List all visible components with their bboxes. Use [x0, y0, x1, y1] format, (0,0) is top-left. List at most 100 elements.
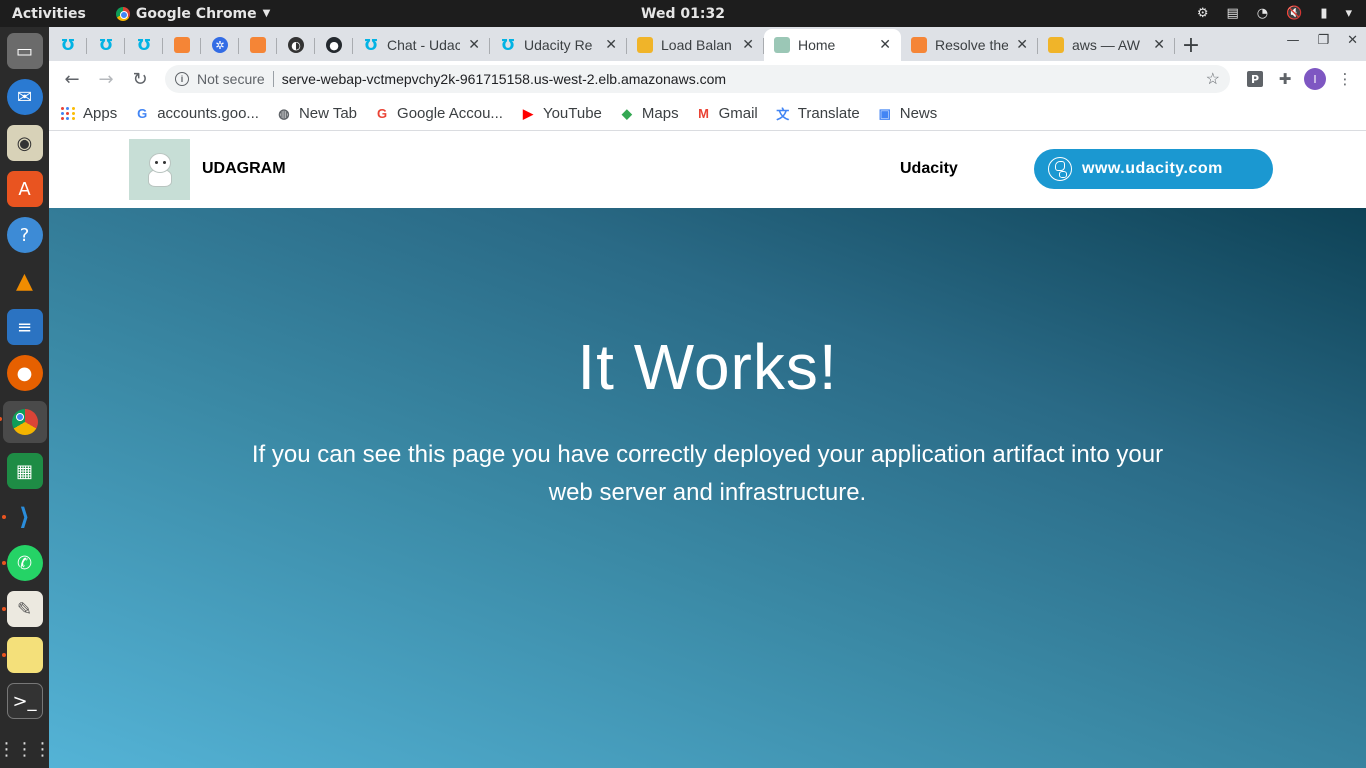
- pinned-tab[interactable]: ✲: [201, 29, 239, 61]
- back-button[interactable]: ←: [57, 64, 87, 94]
- github-icon: ●: [326, 37, 342, 53]
- extension-p-button[interactable]: P: [1242, 66, 1268, 92]
- pinned-tab[interactable]: [163, 29, 201, 61]
- close-icon[interactable]: ✕: [742, 37, 754, 53]
- chrome-icon: [115, 6, 130, 21]
- hero-title: It Works!: [577, 331, 838, 403]
- files-icon[interactable]: ▭: [6, 33, 43, 69]
- bookmark-label: Google Accou...: [397, 105, 503, 122]
- terminal-icon[interactable]: >_: [6, 683, 43, 719]
- tab-chat-udacity[interactable]: Ʊ Chat - Udac ✕: [353, 29, 490, 61]
- volume-muted-icon[interactable]: 🔇: [1286, 6, 1302, 21]
- show-applications-icon[interactable]: ⋮⋮⋮: [0, 739, 52, 760]
- youtube-icon: ▶: [522, 105, 533, 121]
- forward-button[interactable]: →: [91, 64, 121, 94]
- close-icon[interactable]: ✕: [468, 37, 480, 53]
- tab-resolve[interactable]: Resolve the ✕: [901, 29, 1038, 61]
- tab-home[interactable]: Home ✕: [764, 29, 901, 61]
- pinned-tab[interactable]: ●: [315, 29, 353, 61]
- bookmark-apps[interactable]: Apps: [61, 105, 117, 122]
- pinned-tab[interactable]: Ʊ: [87, 29, 125, 61]
- aws-box-icon: [1048, 37, 1064, 53]
- sticky-notes-icon[interactable]: [1, 637, 43, 673]
- tab-udacity-reviews[interactable]: Ʊ Udacity Re ✕: [490, 29, 627, 61]
- profile-button[interactable]: I: [1302, 66, 1328, 92]
- browser-toolbar: ← → ↻ i Not secure serve-webap-vctmepvch…: [49, 61, 1366, 97]
- text-editor-icon[interactable]: ✎: [1, 591, 43, 627]
- minimize-icon[interactable]: —: [1286, 33, 1299, 48]
- bookmark-accounts-google[interactable]: G accounts.goo...: [135, 105, 259, 122]
- dog-icon: [143, 151, 177, 189]
- bookmark-new-tab[interactable]: ◍ New Tab: [277, 105, 357, 122]
- running-indicator: [1, 607, 6, 611]
- tab-title: Resolve the: [935, 37, 1009, 53]
- app-menu[interactable]: Google Chrome ▼: [115, 5, 271, 22]
- pinned-tab[interactable]: [239, 29, 277, 61]
- vscode-icon[interactable]: ⟩: [1, 499, 43, 535]
- hero-text: If you can see this page you have correc…: [251, 441, 1164, 506]
- translate-icon: 文: [776, 107, 790, 122]
- tab-title: Load Balan: [661, 37, 732, 53]
- brand-logo[interactable]: [129, 139, 190, 200]
- brand-name[interactable]: UDAGRAM: [202, 160, 286, 178]
- close-icon[interactable]: ✕: [1016, 37, 1028, 53]
- pinned-tab[interactable]: Ʊ: [49, 29, 87, 61]
- bookmark-label: accounts.goo...: [157, 105, 259, 122]
- address-bar[interactable]: i Not secure serve-webap-vctmepvchy2k-96…: [165, 65, 1230, 93]
- chevron-down-icon: ▼: [262, 8, 271, 19]
- bookmark-gmail[interactable]: M Gmail: [697, 105, 758, 122]
- pinned-tab[interactable]: Ʊ: [125, 29, 163, 61]
- bookmark-google-account[interactable]: G Google Accou...: [375, 105, 503, 122]
- bookmark-news[interactable]: ▣ News: [878, 105, 938, 122]
- aws-icon: [911, 37, 927, 53]
- clipboard-icon[interactable]: ▤: [1226, 6, 1238, 21]
- bookmark-maps[interactable]: ◆ Maps: [620, 105, 679, 122]
- libreoffice-calc-icon[interactable]: ▦: [6, 453, 43, 489]
- chevron-down-icon[interactable]: ▾: [1345, 6, 1352, 21]
- dark-circle-icon: ◐: [288, 37, 304, 53]
- close-window-icon[interactable]: ✕: [1347, 33, 1358, 48]
- firefox-icon[interactable]: ●: [6, 355, 43, 391]
- window-controls: — ❐ ✕: [1286, 33, 1358, 48]
- pinned-tab[interactable]: ◐: [277, 29, 315, 61]
- udacity-website-button[interactable]: www.udacity.com: [1034, 149, 1273, 189]
- bookmark-youtube[interactable]: ▶ YouTube: [521, 105, 602, 122]
- nav-link-udacity[interactable]: Udacity: [900, 160, 958, 178]
- chrome-dock-icon[interactable]: [0, 401, 47, 443]
- thunderbird-icon[interactable]: ✉: [6, 79, 43, 115]
- tab-aws[interactable]: aws — AW ✕: [1038, 29, 1175, 61]
- close-icon[interactable]: ✕: [605, 37, 617, 53]
- reload-button[interactable]: ↻: [125, 64, 155, 94]
- tracker-icon[interactable]: ⚙: [1197, 6, 1209, 21]
- running-indicator: [0, 417, 2, 421]
- running-indicator: [1, 515, 6, 519]
- extensions-puzzle-icon[interactable]: ✚: [1272, 66, 1298, 92]
- site-navbar: UDAGRAM Udacity www.udacity.com: [49, 131, 1366, 208]
- security-status[interactable]: Not secure: [197, 71, 265, 87]
- new-tab-button[interactable]: +: [1175, 29, 1207, 61]
- wifi-icon[interactable]: ◔: [1257, 6, 1268, 21]
- app-name: Google Chrome: [135, 5, 257, 22]
- close-icon[interactable]: ✕: [1153, 37, 1165, 53]
- divider: [272, 71, 274, 87]
- url-text[interactable]: serve-webap-vctmepvchy2k-961715158.us-we…: [282, 71, 1198, 87]
- info-icon[interactable]: i: [175, 72, 189, 86]
- whatsapp-icon[interactable]: ✆: [1, 545, 43, 581]
- rhythmbox-icon[interactable]: ◉: [6, 125, 43, 161]
- google-icon: G: [376, 106, 388, 121]
- tab-load-balancer[interactable]: Load Balan ✕: [627, 29, 764, 61]
- software-center-icon[interactable]: A: [6, 171, 43, 207]
- help-icon[interactable]: ?: [6, 217, 43, 253]
- libreoffice-writer-icon[interactable]: ≡: [6, 309, 43, 345]
- kubernetes-icon: ✲: [212, 37, 228, 53]
- close-icon[interactable]: ✕: [879, 37, 891, 53]
- battery-icon[interactable]: ▮: [1320, 6, 1327, 21]
- restore-icon[interactable]: ❐: [1317, 33, 1329, 48]
- vlc-icon[interactable]: ▲: [7, 263, 43, 299]
- menu-kebab-icon[interactable]: ⋮: [1332, 66, 1358, 92]
- system-tray[interactable]: ⚙ ▤ ◔ 🔇 ▮ ▾: [1197, 0, 1352, 27]
- aws-box-icon: [637, 37, 653, 53]
- bookmark-star-icon[interactable]: ☆: [1206, 69, 1220, 89]
- activities-button[interactable]: Activities: [0, 6, 98, 22]
- bookmark-translate[interactable]: 文 Translate: [776, 105, 860, 122]
